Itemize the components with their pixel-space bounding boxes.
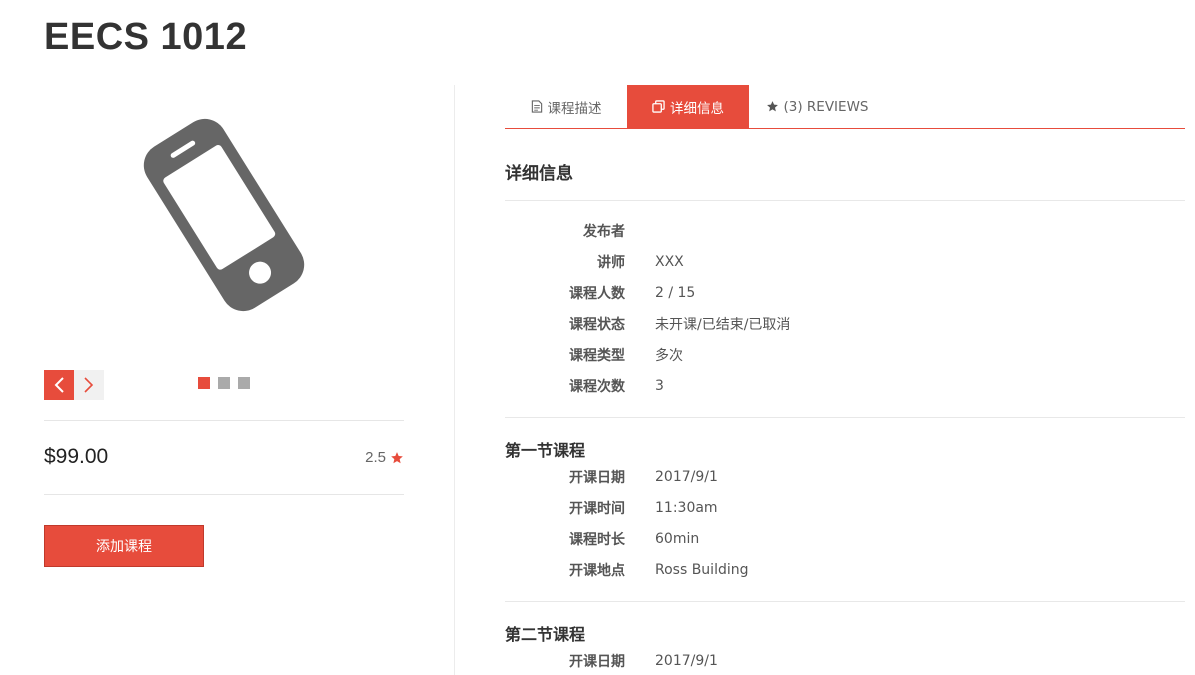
session-row-date: 开课日期 2017/9/1 [505,650,1185,672]
tab-details-label: 详细信息 [670,100,724,117]
slider-dots [198,377,250,389]
session-row-date: 开课日期 2017/9/1 [505,466,1185,488]
tab-bar: 课程描述 详细信息 (3) REVIEWS [505,85,1185,129]
detail-value: 多次 [655,348,683,364]
star-icon [766,101,778,112]
course-price: $99.00 [44,445,109,468]
tab-reviews-label: (3) REVIEWS [783,98,869,115]
divider [505,601,1185,602]
divider [44,494,404,495]
slider-dot-3[interactable] [238,377,250,389]
document-icon [531,100,542,113]
product-gallery-column: $99.00 2.5 添加课程 [44,85,404,675]
session-label: 开课地点 [569,563,625,579]
detail-row-instructor: 讲师 XXX [505,251,1185,273]
session-value: 2017/9/1 [655,469,718,485]
session-value: 2017/9/1 [655,653,718,669]
tab-description-label: 课程描述 [547,100,602,117]
detail-row-capacity: 课程人数 2 / 15 [505,282,1185,304]
phone-icon [104,95,344,335]
detail-label: 课程次数 [569,379,625,395]
tab-reviews[interactable]: (3) REVIEWS [761,85,873,128]
chevron-right-icon [84,377,94,393]
detail-label: 课程类型 [569,348,625,364]
session-label: 开课日期 [569,654,625,670]
session-2-title: 第二节课程 [505,625,586,644]
slider-prev-button[interactable] [44,370,74,400]
slider-dot-2[interactable] [218,377,230,389]
copy-icon [652,100,665,113]
session-1-title: 第一节课程 [505,441,586,460]
detail-value: 2 / 15 [655,285,696,301]
column-divider [454,85,455,675]
course-rating: 2.5 [365,449,404,466]
divider [44,420,404,421]
session-value: 60min [655,531,700,547]
detail-value: XXX [655,254,684,270]
session-label: 开课时间 [569,501,625,517]
detail-label: 课程状态 [569,317,625,333]
star-icon [391,451,403,463]
detail-row-publisher: 发布者 [505,220,1185,242]
detail-value: 3 [655,378,664,394]
detail-label: 课程人数 [569,286,625,302]
detail-label: 讲师 [597,255,625,271]
detail-row-type: 课程类型 多次 [505,344,1185,366]
slider-next-button[interactable] [74,370,104,400]
detail-row-status: 课程状态 未开课/已结束/已取消 [505,313,1185,335]
tab-details[interactable]: 详细信息 [627,85,749,128]
detail-row-session-count: 课程次数 3 [505,375,1185,397]
session-label: 开课日期 [569,470,625,486]
session-value: 11:30am [655,500,718,516]
session-row-location: 开课地点 Ross Building [505,559,1185,581]
session-value: Ross Building [655,562,749,578]
session-row-time: 开课时间 11:30am [505,497,1185,519]
tab-description[interactable]: 课程描述 [505,85,627,128]
session-label: 课程时长 [569,532,625,548]
detail-label: 发布者 [583,224,625,240]
add-course-button[interactable]: 添加课程 [44,525,204,567]
page-title: EECS 1012 [44,16,248,58]
details-title: 详细信息 [505,164,573,184]
divider [505,200,1185,201]
session-row-duration: 课程时长 60min [505,528,1185,550]
course-info-column: 课程描述 详细信息 (3) REVIEWS 详细信息 发布者 讲师 XXX 课程… [505,85,1185,675]
detail-value: 未开课/已结束/已取消 [655,317,791,333]
slider-dot-1[interactable] [198,377,210,389]
chevron-left-icon [54,377,64,393]
divider [505,417,1185,418]
rating-value: 2.5 [365,449,386,466]
